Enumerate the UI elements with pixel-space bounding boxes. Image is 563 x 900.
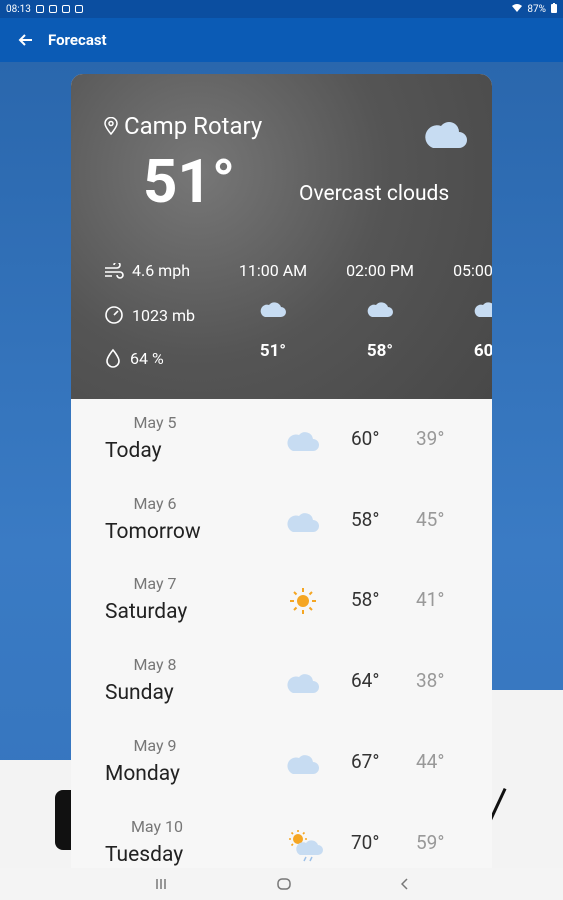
recents-icon[interactable]: [155, 875, 167, 894]
sun-icon: [286, 586, 320, 616]
daily-high-temp: 58°: [351, 507, 380, 531]
humidity-value: 64 %: [130, 348, 164, 368]
daily-high-temp: 70°: [351, 830, 380, 854]
cloud-icon: [425, 122, 467, 148]
cloud-icon: [367, 302, 393, 317]
daily-low-temp: 41°: [416, 588, 445, 612]
app-bar: Forecast: [0, 18, 563, 62]
daily-date: May 8: [133, 655, 177, 675]
current-temperature: 51°: [143, 146, 236, 217]
daily-day-name: Monday: [105, 761, 180, 786]
cloud-icon: [286, 506, 320, 536]
daily-row[interactable]: May 6 Tomorrow 58° 45°: [71, 480, 492, 560]
daily-date: May 9: [133, 735, 177, 755]
humidity-stat: 64 %: [104, 348, 164, 368]
pressure-stat: 1023 mb: [104, 305, 195, 325]
hourly-temp: 60°: [473, 341, 492, 361]
daily-day-name: Tuesday: [105, 842, 184, 867]
hourly-time: 11:00 AM: [238, 261, 308, 280]
hourly-time: 05:00 PM: [453, 261, 492, 280]
daily-high-temp: 60°: [351, 427, 380, 450]
daily-high-temp: 64°: [351, 669, 380, 693]
daily-row[interactable]: May 8 Sunday 64° 38°: [71, 641, 492, 721]
location-pin-icon: [104, 117, 118, 135]
daily-high-temp: 58°: [351, 588, 380, 612]
daily-date: May 10: [130, 816, 184, 836]
location[interactable]: Camp Rotary: [104, 112, 262, 140]
daily-row[interactable]: May 9 Monday 67° 44°: [71, 722, 492, 802]
daily-day-name: Sunday: [105, 681, 174, 706]
daily-date: May 6: [133, 493, 177, 513]
wifi-icon: [512, 3, 523, 15]
current-condition: Overcast clouds: [299, 182, 450, 206]
daily-date: May 5: [133, 413, 177, 432]
daily-day-name: Tomorrow: [105, 519, 201, 544]
home-icon[interactable]: [276, 875, 291, 894]
daily-day-name: Saturday: [105, 600, 188, 625]
battery-percent: 87%: [527, 3, 546, 15]
daily-low-temp: 45°: [416, 507, 445, 531]
cloud-icon: [286, 748, 320, 778]
battery-icon: [551, 2, 557, 16]
daily-low-temp: 44°: [416, 749, 445, 773]
daily-low-temp: 38°: [416, 669, 445, 693]
notification-icon: [61, 5, 70, 13]
gauge-icon: [105, 306, 123, 324]
daily-day-name: Today: [105, 439, 162, 463]
hourly-item[interactable]: 11:00 AM 51°: [223, 261, 323, 361]
status-bar: 08:13 87%: [0, 0, 563, 18]
back-nav-icon[interactable]: [400, 875, 409, 894]
pressure-value: 1023 mb: [132, 305, 195, 325]
back-button[interactable]: [6, 18, 46, 62]
wind-speed: 4.6 mph: [132, 261, 190, 280]
back-arrow-icon: [18, 34, 32, 46]
hourly-temp: 51°: [259, 341, 287, 361]
daily-high-temp: 67°: [351, 749, 380, 773]
daily-low-temp: 59°: [416, 830, 445, 854]
notification-icon: [48, 5, 57, 13]
cloud-icon: [260, 302, 286, 317]
hourly-item[interactable]: 05:00 PM 60°: [437, 261, 492, 361]
droplet-icon: [106, 348, 120, 368]
daily-row[interactable]: May 5 Today 60° 39°: [71, 399, 492, 479]
location-name: Camp Rotary: [124, 112, 263, 140]
notification-icon: [74, 5, 83, 13]
hourly-temp: 58°: [366, 341, 394, 361]
hourly-item[interactable]: 02:00 PM 58°: [330, 261, 430, 361]
hourly-time: 02:00 PM: [346, 261, 414, 280]
cloud-icon: [286, 425, 320, 455]
wind-stat: 4.6 mph: [104, 261, 190, 280]
daily-row[interactable]: May 7 Saturday 58° 41°: [71, 560, 492, 640]
status-left: 08:13: [6, 4, 83, 15]
system-nav-bar: [0, 868, 563, 900]
daily-row[interactable]: May 10 Tuesday 70° 59°: [71, 803, 492, 869]
status-time: 08:13: [6, 3, 31, 15]
forecast-card: Camp Rotary 51° Overcast clouds 4.6 mph …: [71, 74, 492, 868]
current-weather-panel: Camp Rotary 51° Overcast clouds 4.6 mph …: [71, 74, 492, 399]
cloud-icon: [474, 302, 492, 317]
cloud-icon: [286, 667, 320, 697]
sun-rain-icon: [286, 829, 323, 861]
daily-low-temp: 39°: [416, 427, 445, 450]
notification-icon: [35, 5, 44, 13]
page-title: Forecast: [48, 31, 107, 49]
wind-icon: [105, 262, 124, 279]
status-right: 87%: [512, 2, 557, 16]
daily-date: May 7: [133, 574, 177, 594]
